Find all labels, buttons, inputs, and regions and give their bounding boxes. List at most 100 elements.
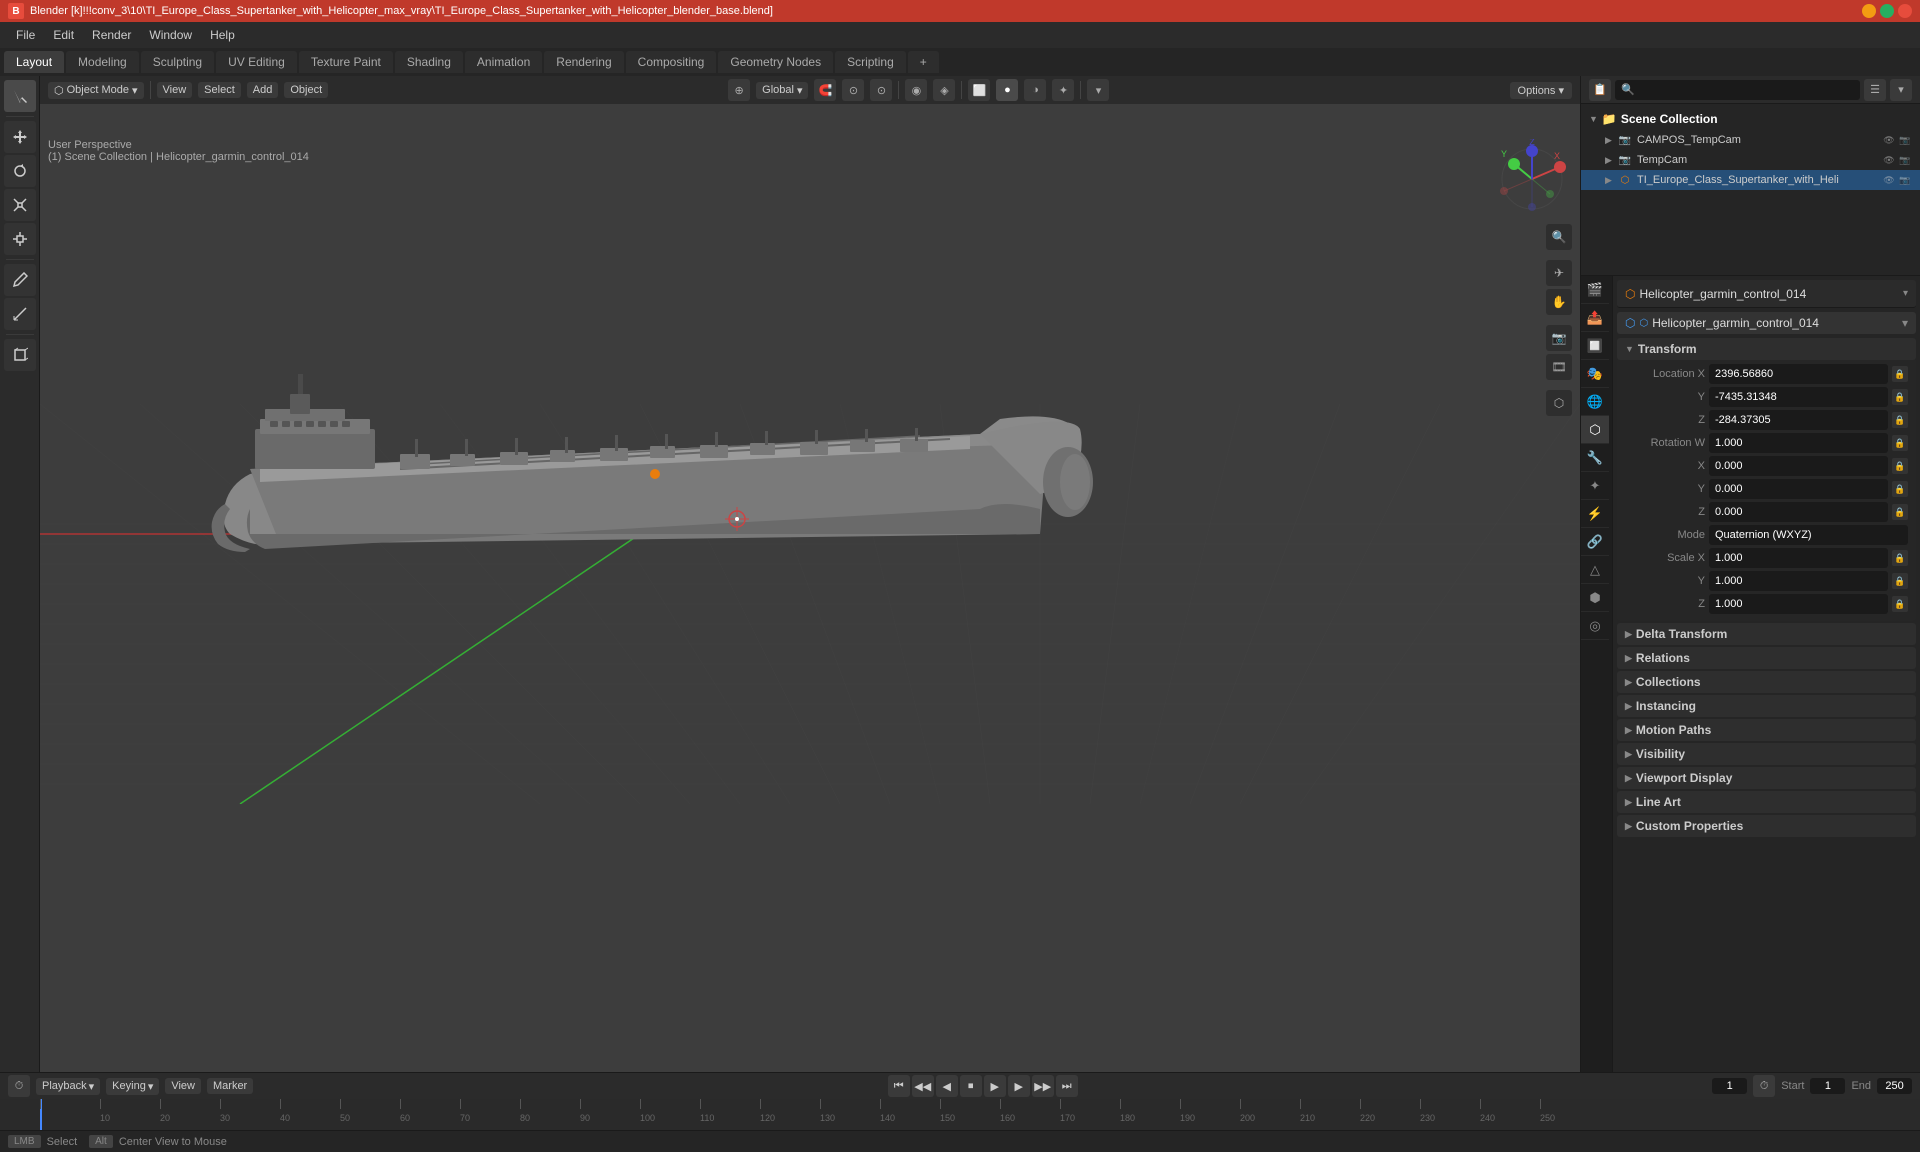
tool-transform[interactable] <box>4 223 36 255</box>
scale-y-lock[interactable]: 🔒 <box>1892 573 1908 589</box>
render-icon-1[interactable]: 📷 <box>1898 133 1912 147</box>
tab-uv-editing[interactable]: UV Editing <box>216 51 297 73</box>
timeline-editor-icon[interactable]: ⏱ <box>8 1075 30 1097</box>
object-menu[interactable]: Object <box>284 82 328 98</box>
eye-icon-1[interactable]: 👁 <box>1882 133 1896 147</box>
render-icon-2[interactable]: 📷 <box>1898 153 1912 167</box>
props-tab-object[interactable]: ⬡ <box>1581 416 1609 444</box>
line-art-header[interactable]: ▶ Line Art <box>1617 791 1916 813</box>
props-tab-material[interactable]: ⬢ <box>1581 584 1609 612</box>
props-tab-modifier[interactable]: 🔧 <box>1581 444 1609 472</box>
eye-icon-2[interactable]: 👁 <box>1882 153 1896 167</box>
rendered-mode[interactable]: ✦ <box>1052 79 1074 101</box>
menu-edit[interactable]: Edit <box>45 26 82 44</box>
tab-animation[interactable]: Animation <box>465 51 542 73</box>
delta-transform-header[interactable]: ▶ Delta Transform <box>1617 623 1916 645</box>
rotation-w-lock[interactable]: 🔒 <box>1892 435 1908 451</box>
material-mode[interactable]: ◑ <box>1024 79 1046 101</box>
maximize-button[interactable] <box>1880 4 1894 18</box>
camera-view-btn[interactable]: 📷 <box>1546 325 1572 351</box>
step-back-btn[interactable]: ◀ <box>936 1075 958 1097</box>
tool-move[interactable] <box>4 121 36 153</box>
add-menu[interactable]: Add <box>247 82 279 98</box>
viewport-display-header[interactable]: ▶ Viewport Display <box>1617 767 1916 789</box>
rotation-x-lock[interactable]: 🔒 <box>1892 458 1908 474</box>
scale-z-lock[interactable]: 🔒 <box>1892 596 1908 612</box>
proportional-edit[interactable]: ⊙ <box>842 79 864 101</box>
view-menu-tl[interactable]: View <box>165 1078 201 1094</box>
proportional-icon-2[interactable]: ⊙ <box>870 79 892 101</box>
tab-sculpting[interactable]: Sculpting <box>141 51 214 73</box>
tab-rendering[interactable]: Rendering <box>544 51 623 73</box>
fly-nav-btn[interactable]: ✈ <box>1546 260 1572 286</box>
wireframe-mode[interactable]: ⬜ <box>968 79 990 101</box>
outliner-item-tanker[interactable]: ▶ ⬡ TI_Europe_Class_Supertanker_with_Hel… <box>1581 170 1920 190</box>
close-button[interactable] <box>1898 4 1912 18</box>
rotation-w-input[interactable] <box>1709 433 1888 453</box>
props-tab-world[interactable]: 🌐 <box>1581 388 1609 416</box>
transform-header[interactable]: ▼ Transform <box>1617 338 1916 360</box>
rotation-mode-select[interactable]: Quaternion (WXYZ) <box>1709 525 1908 545</box>
motion-paths-header[interactable]: ▶ Motion Paths <box>1617 719 1916 741</box>
render-icon-3[interactable]: 📷 <box>1898 173 1912 187</box>
viewport-scene[interactable]: User Perspective (1) Scene Collection | … <box>40 104 1580 1092</box>
jump-next-key-btn[interactable]: ▶▶ <box>1032 1075 1054 1097</box>
keying-menu[interactable]: Keying ▾ <box>106 1078 159 1095</box>
jump-end-btn[interactable]: ⏭ <box>1056 1075 1078 1097</box>
menu-help[interactable]: Help <box>202 26 243 44</box>
props-tab-data[interactable]: △ <box>1581 556 1609 584</box>
rotation-z-input[interactable] <box>1709 502 1888 522</box>
marker-menu[interactable]: Marker <box>207 1078 253 1094</box>
options-button[interactable]: Options ▾ <box>1510 82 1573 99</box>
tool-add-cube[interactable] <box>4 339 36 371</box>
visibility-header[interactable]: ▶ Visibility <box>1617 743 1916 765</box>
outliner-search[interactable] <box>1615 80 1860 100</box>
rotation-z-lock[interactable]: 🔒 <box>1892 504 1908 520</box>
instancing-header[interactable]: ▶ Instancing <box>1617 695 1916 717</box>
tab-add[interactable]: + <box>908 51 939 73</box>
select-menu[interactable]: Select <box>198 82 241 98</box>
tool-cursor[interactable] <box>4 80 36 112</box>
show-hide-2[interactable]: ◈ <box>933 79 955 101</box>
snap-toggle[interactable]: 🧲 <box>814 79 836 101</box>
tab-geometry-nodes[interactable]: Geometry Nodes <box>718 51 833 73</box>
grab-mode-btn[interactable]: ✋ <box>1546 289 1572 315</box>
outliner-item-campos[interactable]: ▶ 📷 CAMPOS_TempCam 👁 📷 <box>1581 130 1920 150</box>
global-local-toggle[interactable]: ⊕ <box>728 79 750 101</box>
stop-btn[interactable]: ⏹ <box>960 1075 982 1097</box>
props-tab-scene[interactable]: 🎭 <box>1581 360 1609 388</box>
viewport[interactable]: ⬡ Object Mode ▾ View Select Add Object ⊕ <box>40 76 1580 1092</box>
location-y-input[interactable] <box>1709 387 1888 407</box>
scale-y-input[interactable] <box>1709 571 1888 591</box>
outliner-editor-icon[interactable]: 📋 <box>1589 79 1611 101</box>
rotation-y-input[interactable] <box>1709 479 1888 499</box>
tool-scale[interactable] <box>4 189 36 221</box>
end-frame-display[interactable]: 250 <box>1877 1078 1912 1094</box>
rotation-y-lock[interactable]: 🔒 <box>1892 481 1908 497</box>
props-tab-particles[interactable]: ✦ <box>1581 472 1609 500</box>
menu-render[interactable]: Render <box>84 26 139 44</box>
location-y-lock[interactable]: 🔒 <box>1892 389 1908 405</box>
collections-header[interactable]: ▶ Collections <box>1617 671 1916 693</box>
props-tab-shading[interactable]: ◎ <box>1581 612 1609 640</box>
step-fwd-btn[interactable]: ▶ <box>1008 1075 1030 1097</box>
menu-window[interactable]: Window <box>141 26 200 44</box>
tool-annotate[interactable] <box>4 264 36 296</box>
tab-layout[interactable]: Layout <box>4 51 64 73</box>
scale-x-lock[interactable]: 🔒 <box>1892 550 1908 566</box>
outliner-options-btn[interactable]: ▾ <box>1890 79 1912 101</box>
play-btn[interactable]: ▶ <box>984 1075 1006 1097</box>
relations-header[interactable]: ▶ Relations <box>1617 647 1916 669</box>
location-z-input[interactable] <box>1709 410 1888 430</box>
jump-prev-key-btn[interactable]: ◀◀ <box>912 1075 934 1097</box>
tab-scripting[interactable]: Scripting <box>835 51 906 73</box>
shading-dropdown[interactable]: ▾ <box>1087 79 1109 101</box>
current-frame-display[interactable]: 1 <box>1712 1078 1747 1094</box>
view-menu[interactable]: View <box>157 82 193 98</box>
tab-shading[interactable]: Shading <box>395 51 463 73</box>
render-region-btn[interactable]: 🎞 <box>1546 354 1572 380</box>
show-hide[interactable]: ◉ <box>905 79 927 101</box>
scale-z-input[interactable] <box>1709 594 1888 614</box>
props-tab-render[interactable]: 🎬 <box>1581 276 1609 304</box>
timeline-track[interactable]: 10 20 30 40 50 60 70 80 90 100 110 120 1… <box>0 1099 1920 1133</box>
